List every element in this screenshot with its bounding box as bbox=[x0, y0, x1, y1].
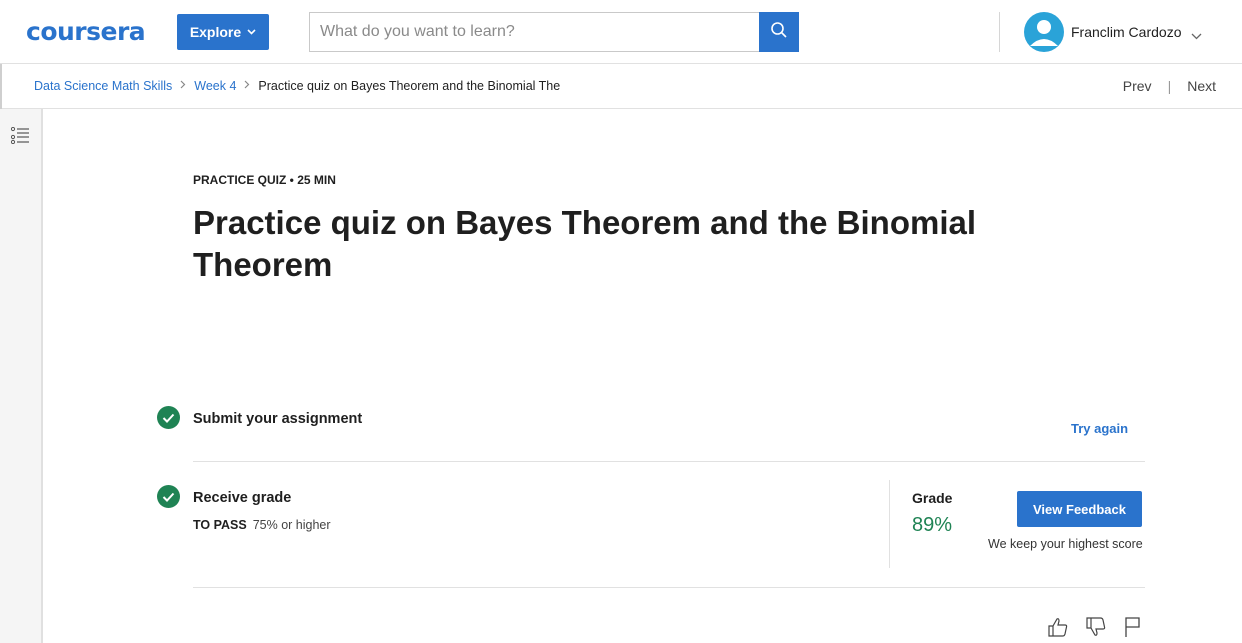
left-rail bbox=[0, 109, 43, 643]
pass-value: 75% or higher bbox=[252, 518, 331, 532]
coursera-logo[interactable]: coursera bbox=[26, 17, 146, 46]
grade-value: 89% bbox=[912, 514, 953, 536]
try-again-link[interactable]: Try again bbox=[1071, 421, 1128, 436]
check-icon bbox=[157, 485, 180, 508]
explore-button[interactable]: Explore bbox=[177, 14, 269, 50]
chevron-down-icon[interactable] bbox=[1191, 27, 1202, 45]
prev-link[interactable]: Prev bbox=[1123, 78, 1152, 94]
search-icon bbox=[770, 21, 788, 44]
submit-step-title: Submit your assignment bbox=[193, 411, 363, 427]
top-header: coursera Explore Franclim Cardozo bbox=[0, 0, 1242, 64]
breadcrumb-current: Practice quiz on Bayes Theorem and the B… bbox=[258, 79, 561, 93]
chevron-right-icon bbox=[244, 80, 250, 92]
flag-icon[interactable] bbox=[1123, 616, 1143, 643]
page-title: Practice quiz on Bayes Theorem and the B… bbox=[193, 204, 977, 283]
search-button[interactable] bbox=[759, 12, 799, 52]
view-feedback-button[interactable]: View Feedback bbox=[1017, 491, 1142, 527]
breadcrumb: Data Science Math Skills Week 4 Practice… bbox=[34, 79, 560, 93]
quiz-kicker: PRACTICE QUIZ • 25 MIN bbox=[193, 173, 336, 187]
breadcrumb-bar: Data Science Math Skills Week 4 Practice… bbox=[0, 64, 1242, 109]
divider bbox=[193, 587, 1145, 588]
list-menu-icon[interactable] bbox=[10, 126, 30, 149]
nav-separator: | bbox=[1167, 78, 1172, 94]
user-avatar-icon[interactable] bbox=[1024, 12, 1064, 52]
breadcrumb-week[interactable]: Week 4 bbox=[194, 79, 236, 93]
search-input[interactable] bbox=[309, 12, 760, 52]
explore-label: Explore bbox=[189, 24, 242, 40]
chevron-right-icon bbox=[180, 80, 186, 92]
header-divider bbox=[999, 12, 1000, 52]
grade-label: Grade bbox=[912, 490, 953, 506]
prev-next-nav: Prev | Next bbox=[1123, 78, 1216, 94]
highest-score-note: We keep your highest score bbox=[988, 537, 1143, 551]
next-link[interactable]: Next bbox=[1187, 78, 1216, 94]
grade-divider bbox=[889, 480, 890, 568]
pass-label: TO PASS bbox=[193, 518, 247, 532]
breadcrumb-course[interactable]: Data Science Math Skills bbox=[34, 79, 172, 93]
thumbs-up-icon[interactable] bbox=[1047, 616, 1069, 643]
content-feedback bbox=[1047, 616, 1143, 643]
user-name[interactable]: Franclim Cardozo bbox=[1071, 24, 1181, 40]
pass-requirement: TO PASS 75% or higher bbox=[193, 518, 331, 532]
chevron-down-icon bbox=[247, 27, 256, 38]
grade-step-title: Receive grade bbox=[193, 490, 292, 506]
thumbs-down-icon[interactable] bbox=[1085, 616, 1107, 643]
divider bbox=[193, 461, 1145, 462]
check-icon bbox=[157, 406, 180, 429]
